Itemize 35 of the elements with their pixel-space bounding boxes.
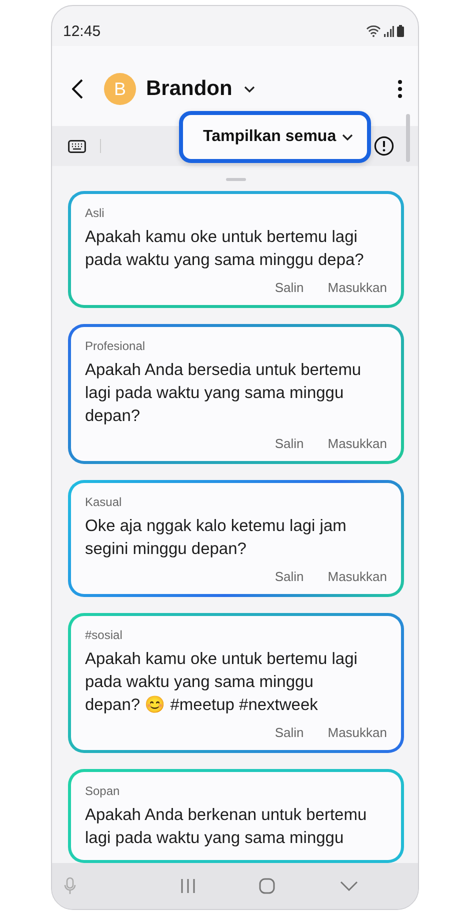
info-icon[interactable] [374, 136, 394, 156]
insert-button[interactable]: Masukkan [328, 280, 387, 295]
keyboard-icon[interactable] [68, 140, 86, 152]
copy-button[interactable]: Salin [274, 725, 304, 740]
wifi-icon [366, 25, 381, 37]
suggestion-text: Apakah Anda berkenan untuk bertemu lagi pada waktu yang sama minggu [85, 805, 368, 849]
recent-apps-icon[interactable] [180, 879, 195, 893]
insert-button[interactable]: Masukkan [328, 569, 387, 584]
home-icon[interactable] [259, 878, 276, 894]
chevron-down-icon[interactable] [244, 86, 256, 92]
scrollbar [406, 114, 410, 162]
suggestion-text: Apakah kamu oke untuk bertemu lagi pada waktu yang sama minggu depan? 😊 #meetup #nextweek [85, 649, 358, 716]
chevron-down-icon [342, 134, 354, 140]
more-options-icon[interactable] [398, 80, 402, 98]
battery-icon [397, 25, 404, 37]
copy-button[interactable]: Salin [274, 436, 304, 451]
contact-avatar: B [104, 73, 136, 105]
tone-label: Asli [85, 206, 106, 220]
tone-label: Kasual [85, 495, 123, 509]
suggestion-text: Apakah kamu oke untuk bertemu lagi pada waktu yang sama minggu depa? [85, 227, 365, 271]
filter-dropdown[interactable]: Tampilkan semua [179, 111, 372, 163]
contact-name[interactable]: Brandon [146, 77, 232, 101]
tone-label: Profesional [85, 339, 146, 353]
back-icon[interactable] [72, 79, 84, 99]
status-time: 12:45 [63, 22, 101, 40]
tone-label: Sopan [85, 784, 121, 798]
copy-button[interactable]: Salin [274, 280, 304, 295]
insert-button[interactable]: Masukkan [328, 725, 387, 740]
signal-icon [384, 26, 394, 36]
insert-button[interactable]: Masukkan [328, 436, 387, 451]
tone-label: #sosial [85, 628, 124, 642]
copy-button[interactable]: Salin [274, 569, 304, 584]
suggestion-text: Apakah Anda bersedia untuk bertemu lagi pada waktu yang sama minggu depan? [85, 360, 362, 427]
suggestion-text: Oke aja nggak kalo ketemu lagi jam segini minggu depan? [85, 516, 348, 560]
drag-handle[interactable] [226, 178, 246, 181]
